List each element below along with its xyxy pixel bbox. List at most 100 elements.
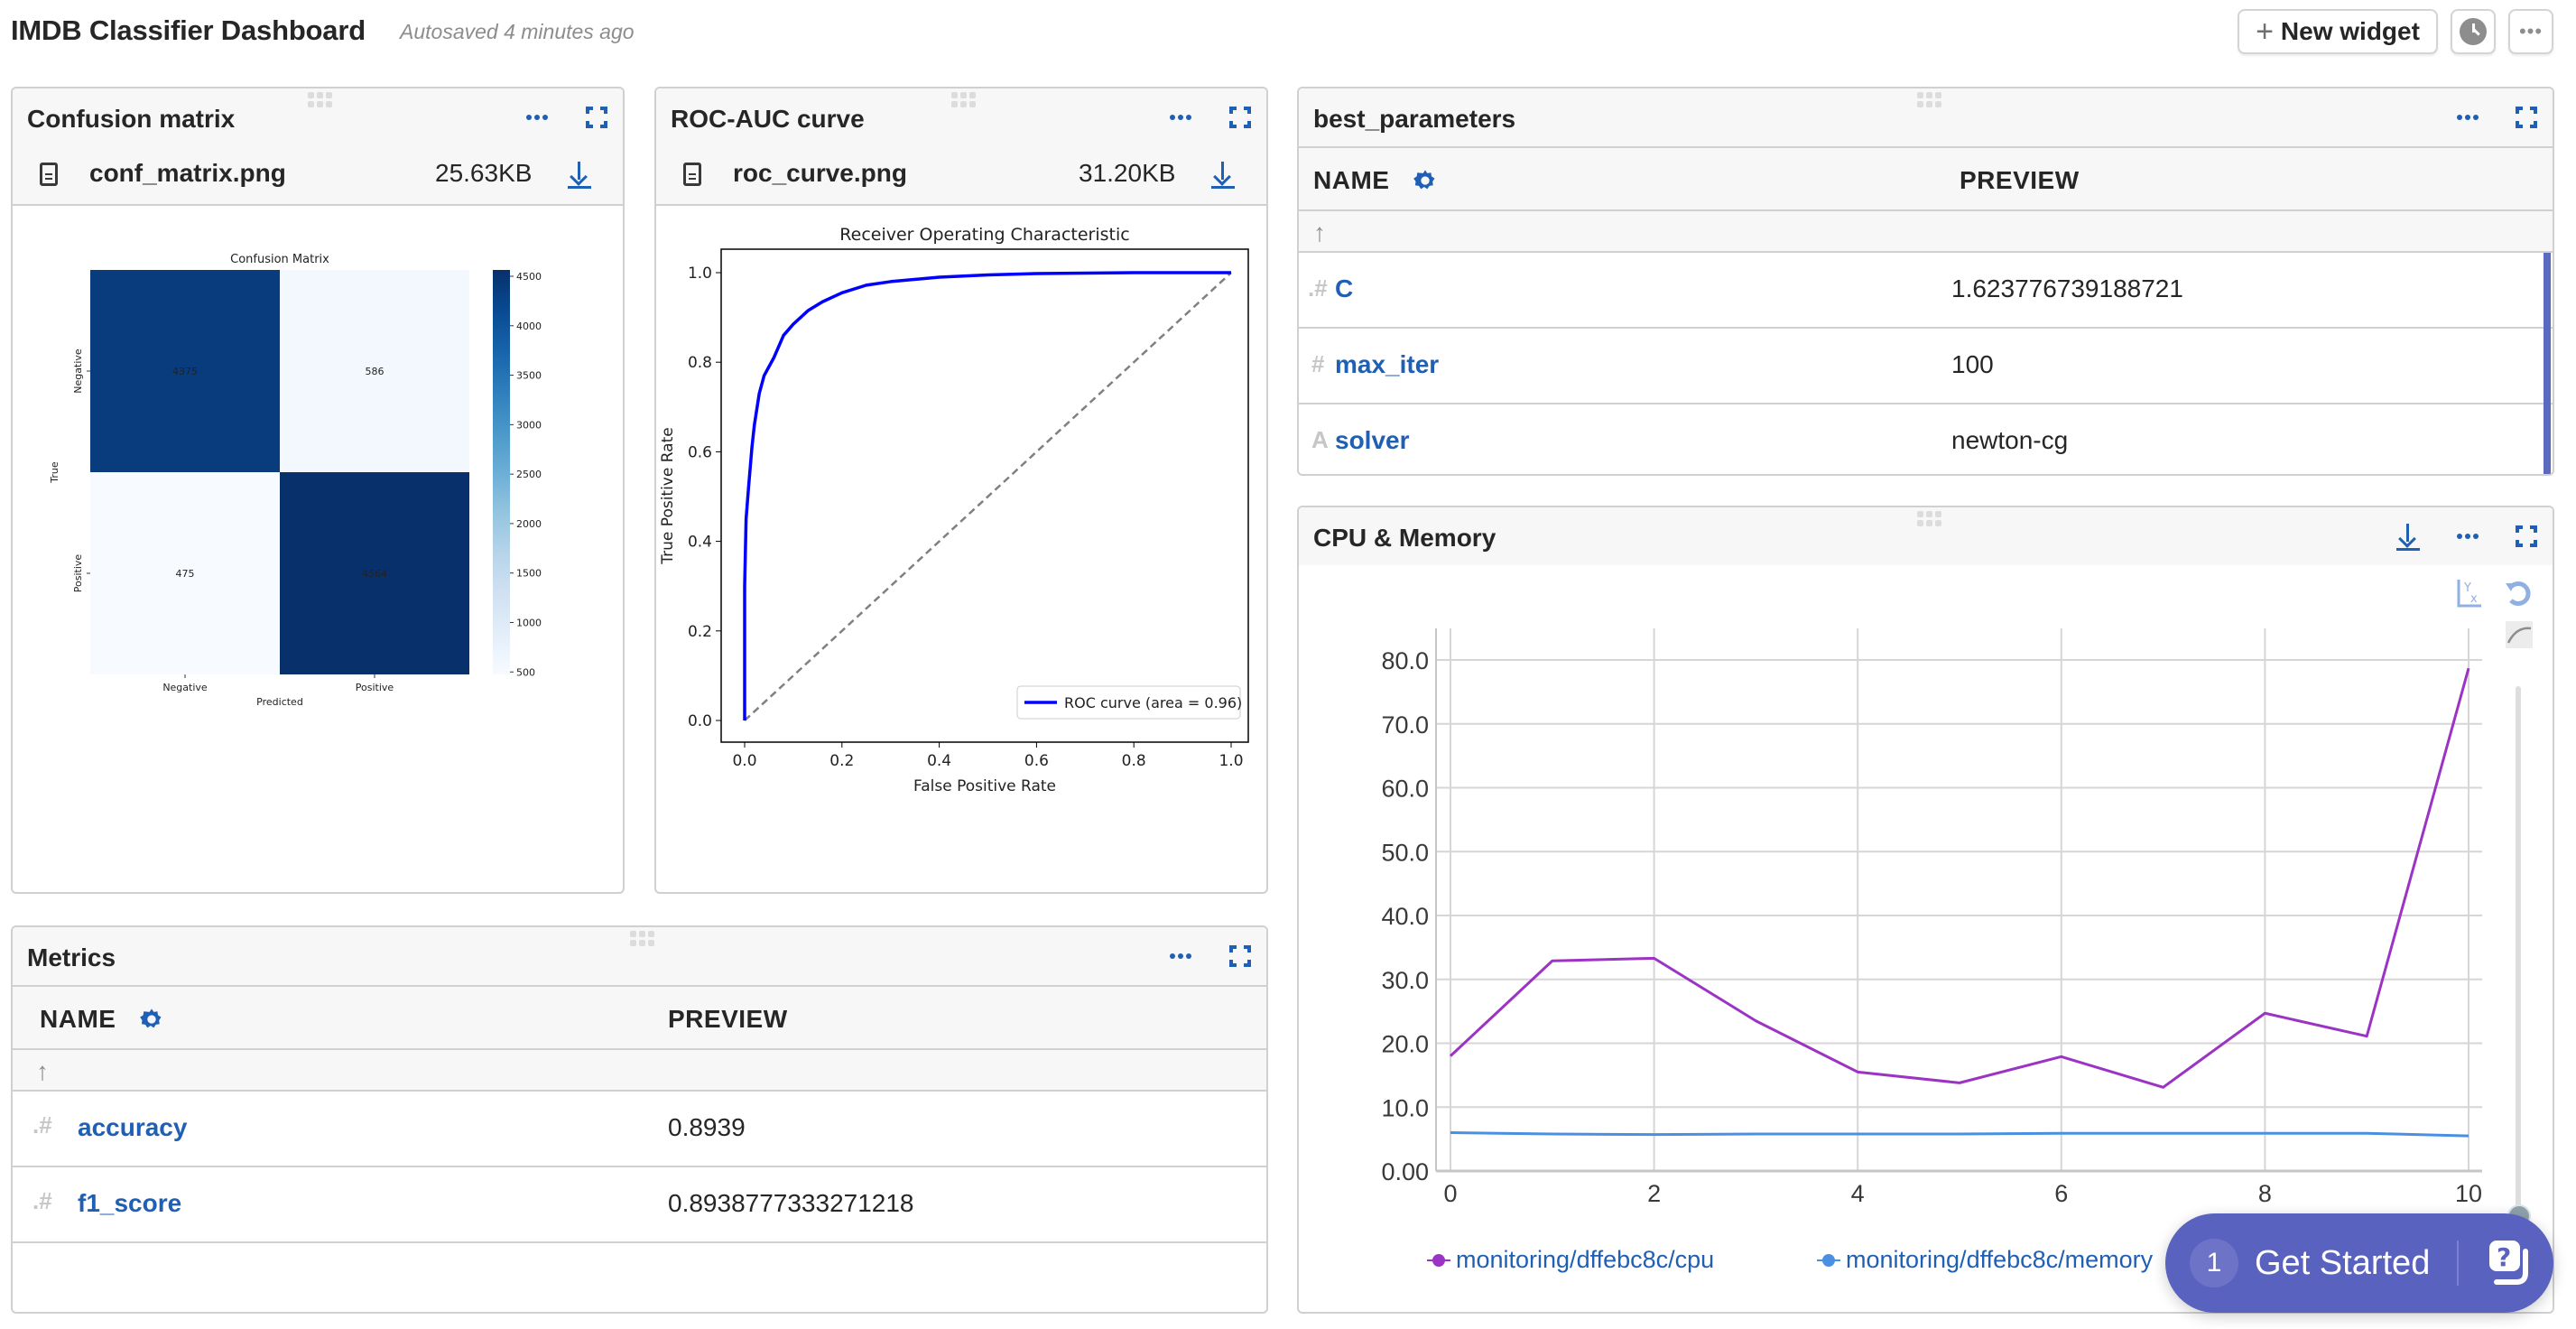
number-type-icon: .#	[1308, 274, 1328, 302]
more-options-icon[interactable]	[2456, 108, 2479, 126]
new-widget-label: New widget	[2280, 17, 2420, 45]
x-axis-label: Predicted	[256, 696, 303, 708]
new-widget-button[interactable]: + New widget	[2238, 9, 2438, 54]
autosave-status: Autosaved 4 minutes ago	[400, 20, 635, 43]
table-row[interactable]: .# accuracy 0.8939	[13, 1092, 1266, 1167]
panel-title: Metrics	[27, 943, 116, 971]
param-value: 100	[1951, 350, 1994, 378]
legend-label: monitoring/dffebc8c/cpu	[1456, 1246, 1715, 1273]
chart-title: Receiver Operating Characteristic	[839, 225, 1129, 245]
up-arrow-icon[interactable]: ↑	[36, 1057, 49, 1086]
param-value: 1.623776739188721	[1951, 274, 2183, 302]
axis-scale-icon[interactable]: Y x	[2456, 578, 2483, 609]
colorbar-tick-label: 2000	[516, 518, 542, 530]
metrics-panel: Metrics NAME PREVIEW ↑ .# accuracy 0.893…	[11, 925, 1268, 1314]
expand-icon[interactable]	[2516, 525, 2537, 547]
roc-auc-panel: ROC-AUC curve roc_curve.png 31.20KB Rece…	[654, 87, 1268, 894]
navigate-up-row[interactable]: ↑	[1299, 211, 2553, 253]
drag-handle-icon[interactable]	[1917, 92, 1941, 112]
table-row[interactable]: # max_iter 100	[1299, 329, 2553, 404]
cell-value-label: 586	[366, 366, 385, 377]
gear-icon[interactable]	[1413, 168, 1438, 193]
reset-zoom-icon[interactable]	[2504, 578, 2534, 609]
table-row[interactable]: .# C 1.623776739188721	[1299, 253, 2553, 329]
download-icon[interactable]	[2396, 524, 2420, 551]
param-name[interactable]: max_iter	[1335, 350, 1439, 379]
download-icon[interactable]	[568, 162, 591, 189]
expand-icon[interactable]	[1229, 945, 1251, 967]
cell-value-label: 4564	[362, 568, 387, 580]
x-tick-label: 0	[1443, 1180, 1457, 1207]
smoothing-icon[interactable]	[2506, 621, 2533, 648]
y-axis-label: True Positive Rate	[659, 427, 677, 564]
get-started-label: Get Started	[2255, 1243, 2431, 1282]
get-started-count-badge: 1	[2190, 1239, 2238, 1287]
panel-header: CPU & Memory	[1299, 507, 2553, 565]
more-icon: •••	[2518, 20, 2544, 42]
cpu-legend-marker-icon	[1427, 1253, 1450, 1267]
help-icon[interactable]: ?	[2486, 1239, 2534, 1287]
drag-handle-icon[interactable]	[951, 92, 976, 112]
gear-icon[interactable]	[139, 1007, 164, 1032]
y-tick-label: 40.0	[1381, 903, 1429, 930]
confusion-matrix-chart: Confusion Matrix 4375 586 475 4564 Negative Po…	[49, 253, 542, 708]
table-row[interactable]: A solver newton-cg	[1299, 404, 2553, 474]
drag-handle-icon[interactable]	[1917, 511, 1941, 531]
drag-handle-icon[interactable]	[630, 931, 654, 951]
expand-icon[interactable]	[2516, 107, 2537, 128]
up-arrow-icon[interactable]: ↑	[1313, 218, 1326, 247]
more-options-icon[interactable]	[1169, 947, 1192, 965]
legend-item-cpu[interactable]: monitoring/dffebc8c/cpu	[1427, 1246, 1715, 1274]
file-row: conf_matrix.png 25.63KB	[13, 146, 623, 206]
y-tick-label: 30.0	[1381, 967, 1429, 994]
expand-icon[interactable]	[586, 107, 607, 128]
file-icon	[683, 163, 701, 186]
param-name[interactable]: solver	[1335, 426, 1410, 455]
number-type-icon: .#	[32, 1187, 52, 1214]
cell-value-label: 475	[176, 568, 195, 580]
more-options-icon[interactable]	[525, 108, 549, 126]
colorbar-tick-label: 3500	[516, 370, 542, 382]
x-tick-label: 0.4	[927, 752, 951, 770]
x-axis-label: False Positive Rate	[913, 777, 1056, 795]
x-tick-label: 0.2	[829, 752, 854, 770]
colorbar-tick-label: 1000	[516, 617, 542, 628]
cell-value-label: 4375	[172, 366, 198, 377]
panel-title: CPU & Memory	[1313, 524, 1496, 552]
y-tick-label: 80.0	[1381, 647, 1429, 674]
more-options-icon[interactable]	[2456, 527, 2479, 545]
y-axis-label: True	[49, 461, 60, 484]
drag-handle-icon[interactable]	[308, 92, 332, 112]
table-header: NAME PREVIEW	[1299, 146, 2553, 211]
metric-name[interactable]: f1_score	[78, 1189, 181, 1218]
plus-icon: +	[2256, 14, 2274, 49]
x-tick-label: 0.0	[732, 752, 756, 770]
panel-title: best_parameters	[1313, 105, 1516, 133]
column-name-header[interactable]: NAME	[1313, 166, 1389, 195]
panel-title: ROC-AUC curve	[671, 105, 865, 133]
y-tick-label: 0.4	[688, 534, 712, 552]
history-button[interactable]	[2451, 9, 2496, 54]
table-row[interactable]: .# f1_score 0.8938777333271218	[13, 1167, 1266, 1243]
expand-icon[interactable]	[1229, 107, 1251, 128]
metric-name[interactable]: accuracy	[78, 1113, 187, 1142]
smoothing-slider-track[interactable]	[2516, 686, 2521, 1210]
file-row: roc_curve.png 31.20KB	[656, 146, 1266, 206]
y-tick-label: 10.0	[1381, 1094, 1429, 1121]
scrollbar[interactable]	[2544, 253, 2551, 474]
y-tick-label: 0.8	[688, 354, 712, 372]
download-icon[interactable]	[1211, 162, 1235, 189]
legend-item-memory[interactable]: monitoring/dffebc8c/memory	[1817, 1246, 2153, 1274]
param-name[interactable]: C	[1335, 274, 1353, 303]
param-value: newton-cg	[1951, 426, 2069, 454]
legend-label: ROC curve (area = 0.96)	[1064, 694, 1242, 711]
column-preview-header: PREVIEW	[1960, 166, 2080, 194]
colorbar-tick-label: 1500	[516, 568, 542, 580]
get-started-button[interactable]: 1 Get Started ?	[2165, 1213, 2553, 1313]
chart-title: Confusion Matrix	[230, 253, 329, 266]
column-name-header[interactable]: NAME	[40, 1005, 116, 1034]
navigate-up-row[interactable]: ↑	[13, 1050, 1266, 1092]
more-options-icon[interactable]	[1169, 108, 1192, 126]
dashboard-more-button[interactable]: •••	[2508, 9, 2553, 54]
y-tick-label: 60.0	[1381, 776, 1429, 803]
